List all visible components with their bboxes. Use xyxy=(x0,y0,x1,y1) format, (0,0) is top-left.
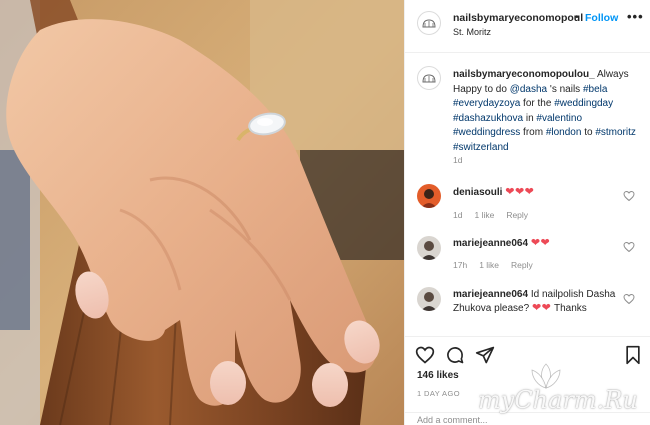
avatar[interactable] xyxy=(417,236,441,260)
comment-icon[interactable] xyxy=(445,345,465,365)
brand-logo-icon xyxy=(422,19,436,28)
comment-text: mariejeanne064 ❤❤ xyxy=(453,237,550,251)
mention-link[interactable]: @dasha xyxy=(510,84,547,95)
caption-body: for the xyxy=(523,98,552,109)
author-avatar[interactable] xyxy=(417,11,441,35)
separator-dot: • xyxy=(575,11,579,23)
heart-emojis: ❤❤ xyxy=(530,237,551,249)
comment-text: deniasouli ❤❤❤ xyxy=(453,186,534,200)
caption-username[interactable]: nailsbymaryeconomopoulou_ xyxy=(453,69,595,80)
avatar[interactable] xyxy=(417,184,441,208)
comment-username[interactable]: deniasouli xyxy=(453,187,502,198)
heart-emojis: ❤❤ xyxy=(531,301,552,314)
post-date[interactable]: 1 DAY AGO xyxy=(417,389,460,398)
bookmark-icon[interactable] xyxy=(623,345,643,365)
comment-likes[interactable]: 1 like xyxy=(474,210,494,220)
reply-button[interactable]: Reply xyxy=(506,210,528,220)
comment-username[interactable]: mariejeanne064 xyxy=(453,289,528,300)
heart-icon[interactable] xyxy=(623,241,635,253)
avatar[interactable] xyxy=(417,287,441,311)
caption-timestamp[interactable]: 1d xyxy=(453,155,462,165)
post-sidebar: nailsbymaryeconomopoul • Follow St. Mori… xyxy=(404,0,650,425)
heart-emojis: ❤❤❤ xyxy=(505,186,535,198)
comment-timestamp[interactable]: 17h xyxy=(453,260,467,270)
caption-body: to xyxy=(584,127,593,138)
comment-meta: 1d 1 like Reply xyxy=(453,210,528,220)
share-icon[interactable] xyxy=(475,345,495,365)
follow-button[interactable]: Follow xyxy=(585,12,618,24)
heart-icon[interactable] xyxy=(415,345,435,365)
caption-body: from xyxy=(523,127,544,138)
caption-body: in xyxy=(525,112,534,124)
brand-logo-icon xyxy=(422,74,436,83)
heart-icon[interactable] xyxy=(623,190,635,202)
post-header: nailsbymaryeconomopoul • Follow St. Mori… xyxy=(405,0,650,53)
comment-likes[interactable]: 1 like xyxy=(479,260,499,270)
hand-with-ring-image xyxy=(0,0,404,425)
comment-meta: 17h 1 like Reply xyxy=(453,260,533,270)
more-icon[interactable]: ••• xyxy=(627,9,644,24)
hashtag-link[interactable]: #london xyxy=(546,127,582,138)
caption-text: nailsbymaryeconomopoulou_ Always Happy t… xyxy=(453,68,639,155)
avatar-photo xyxy=(417,236,441,260)
comment-timestamp[interactable]: 1d xyxy=(453,210,462,220)
caption-body: 's nails xyxy=(549,83,581,95)
post-actions-bar xyxy=(405,336,650,372)
add-comment-input[interactable]: Add a comment... xyxy=(405,412,650,425)
author-username[interactable]: nailsbymaryeconomopoul xyxy=(453,12,583,24)
reply-button[interactable]: Reply xyxy=(511,260,533,270)
comment-text: mariejeanne064 Id nailpolish Dasha Zhuko… xyxy=(453,288,623,315)
post-photo[interactable] xyxy=(0,0,404,425)
avatar-photo xyxy=(417,184,441,208)
heart-icon[interactable] xyxy=(623,293,635,305)
caption-avatar[interactable] xyxy=(417,66,441,90)
comment-username[interactable]: mariejeanne064 xyxy=(453,238,528,249)
post-location[interactable]: St. Moritz xyxy=(453,27,491,37)
avatar-photo xyxy=(417,287,441,311)
comment-body: Thanks xyxy=(554,302,587,314)
likes-count[interactable]: 146 likes xyxy=(417,370,459,381)
